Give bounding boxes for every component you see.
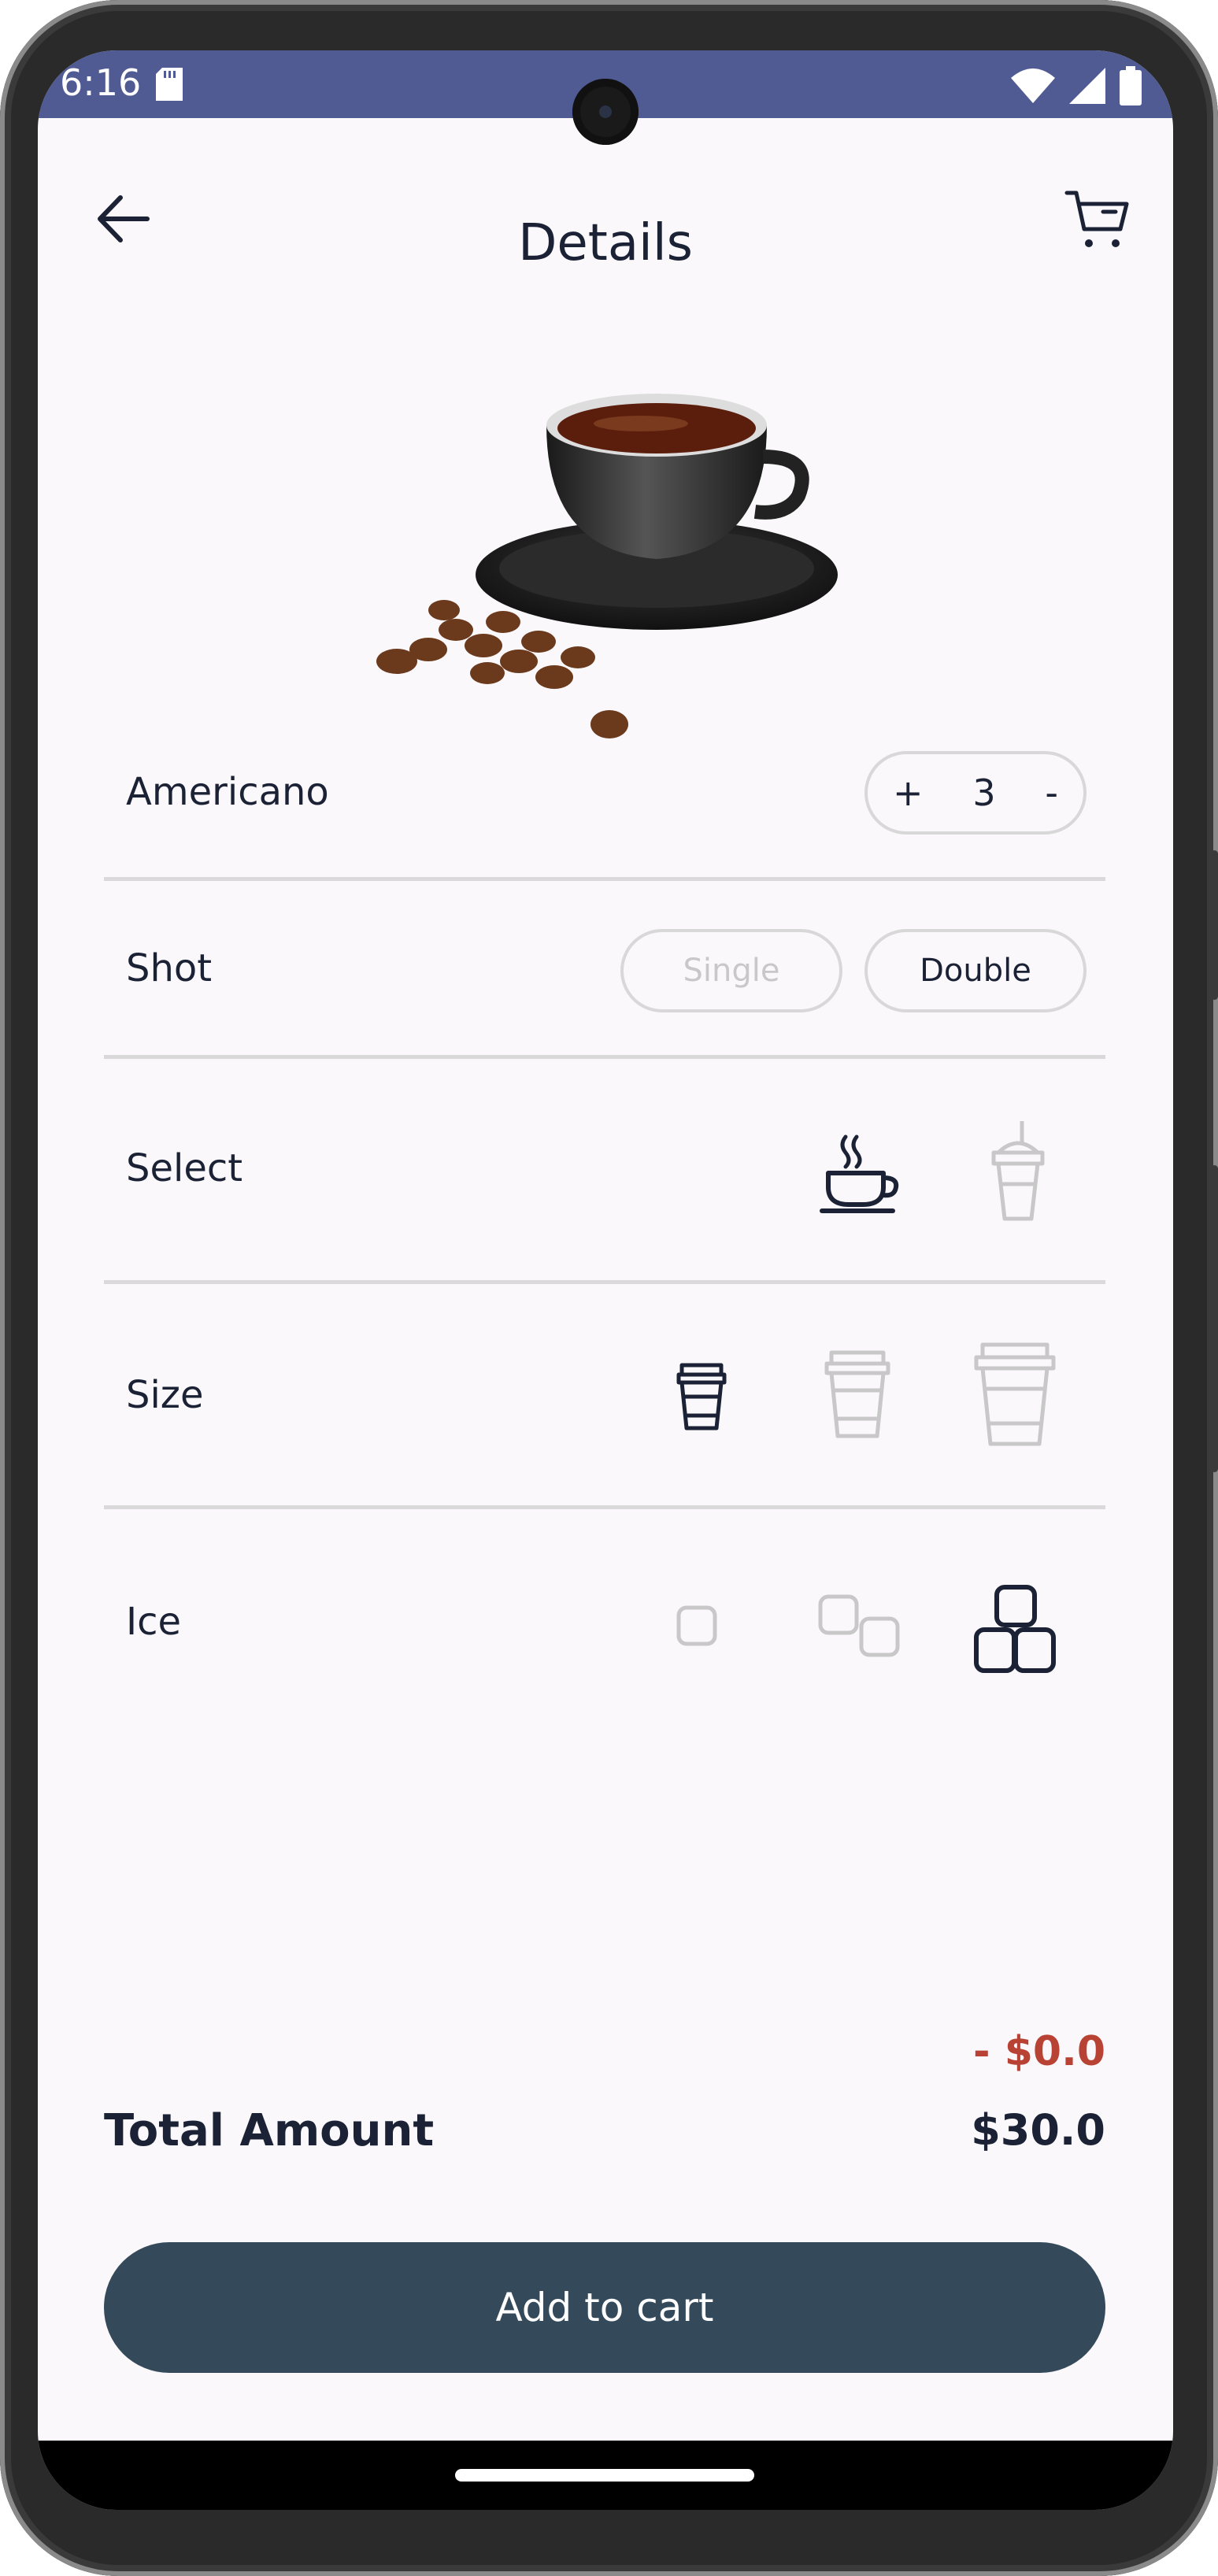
status-time: 6:16 <box>60 61 142 104</box>
large-size-option[interactable] <box>972 1342 1058 1447</box>
wifi-icon <box>1011 68 1055 103</box>
small-cup-icon <box>676 1363 727 1430</box>
divider <box>104 1280 1105 1284</box>
cart-button[interactable] <box>1053 176 1140 263</box>
power-button <box>1211 1165 1218 1472</box>
one-ice-icon <box>676 1605 717 1646</box>
three-ice-option[interactable] <box>973 1584 1058 1675</box>
quantity-stepper: + 3 - <box>864 751 1087 835</box>
one-ice-option[interactable] <box>676 1604 718 1647</box>
shot-double-button[interactable]: Double <box>864 929 1087 1012</box>
divider <box>104 877 1105 881</box>
three-ice-icon <box>974 1585 1056 1673</box>
battery-icon <box>1120 66 1142 105</box>
two-ice-icon <box>818 1594 900 1657</box>
app-screen: 6:16 Details Americano + 3 - Shot Single… <box>38 50 1173 2510</box>
two-ice-option[interactable] <box>817 1593 904 1664</box>
shot-label: Shot <box>126 946 213 990</box>
sd-card-icon <box>156 68 183 104</box>
divider <box>104 1505 1105 1509</box>
discount-amount: - $0.0 <box>973 2028 1105 2075</box>
total-amount-label: Total Amount <box>104 2105 435 2156</box>
product-name: Americano <box>126 770 329 814</box>
volume-button <box>1211 850 1218 1000</box>
add-to-cart-button[interactable]: Add to cart <box>104 2242 1105 2373</box>
iced-cup-icon <box>991 1121 1045 1221</box>
cellular-signal-icon <box>1069 68 1105 104</box>
page-title: Details <box>518 214 693 272</box>
select-label: Select <box>126 1146 243 1190</box>
shot-single-button[interactable]: Single <box>620 929 842 1012</box>
total-amount-value: $30.0 <box>971 2105 1105 2155</box>
cart-icon <box>1064 191 1129 247</box>
small-size-option[interactable] <box>676 1360 727 1431</box>
increment-button[interactable]: + <box>893 772 924 814</box>
large-cup-icon <box>974 1342 1056 1446</box>
front-camera <box>572 79 639 145</box>
size-label: Size <box>126 1373 204 1417</box>
ice-label: Ice <box>126 1600 182 1644</box>
hot-cup-option[interactable] <box>817 1129 904 1216</box>
iced-cup-option[interactable] <box>983 1121 1053 1223</box>
decrement-button[interactable]: - <box>1045 772 1058 814</box>
medium-size-option[interactable] <box>822 1349 893 1439</box>
quantity-value: 3 <box>972 772 996 814</box>
medium-cup-icon <box>824 1350 890 1438</box>
product-image <box>326 339 877 756</box>
hot-cup-icon <box>820 1134 899 1213</box>
home-indicator[interactable] <box>455 2469 754 2482</box>
divider <box>104 1055 1105 1059</box>
